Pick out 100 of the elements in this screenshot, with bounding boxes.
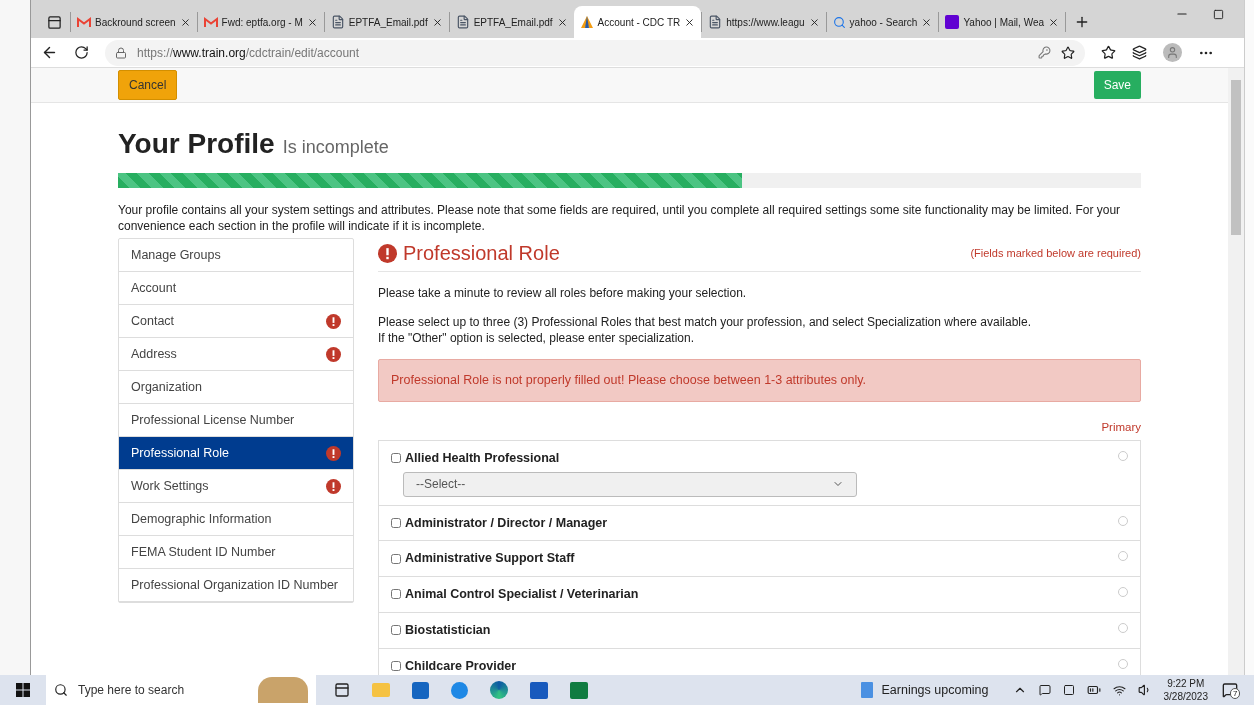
nav-label: Account <box>131 280 177 296</box>
lock-icon <box>115 46 127 59</box>
collections-icon[interactable] <box>1132 45 1147 60</box>
browser-tab[interactable]: Backround screen <box>70 12 197 32</box>
close-icon[interactable] <box>556 16 568 28</box>
nav-item[interactable]: Demographic Information <box>119 503 353 536</box>
specialization-select[interactable]: --Select-- <box>403 471 857 497</box>
favorite-add-icon[interactable] <box>1061 45 1075 60</box>
role-checkbox[interactable] <box>391 660 401 671</box>
favorites-icon[interactable] <box>1101 45 1116 60</box>
nav-item[interactable]: Contact <box>119 305 353 338</box>
close-icon[interactable] <box>306 16 318 28</box>
role-label: Biostatistician <box>405 621 491 639</box>
nav-label: Work Settings <box>131 478 209 494</box>
close-icon[interactable] <box>1048 16 1060 28</box>
primary-radio[interactable] <box>1118 450 1128 461</box>
instruction-text: Please select up to three (3) Professional Roles that best match your profession, and select Specialization where available. If the "Other" option is selected, please enter specialization. <box>378 314 1033 346</box>
error-alert: Professional Role is not properly filled out! Please choose between 1-3 attributes only. <box>378 359 1141 402</box>
news-text[interactable]: Earnings upcoming <box>881 680 989 700</box>
nav-item[interactable]: Work Settings <box>119 470 353 503</box>
role-label: Allied Health Professional <box>405 449 560 467</box>
primary-radio[interactable] <box>1118 587 1128 597</box>
close-icon[interactable] <box>684 16 696 28</box>
alert-icon <box>326 445 341 461</box>
document-icon <box>708 15 723 29</box>
store-icon[interactable] <box>412 681 429 699</box>
browser-tab[interactable]: EPTFA_Email.pdf <box>323 12 449 32</box>
address-bar[interactable]: https://www.train.org/cdctrain/edit/account <box>105 39 1085 66</box>
close-icon[interactable] <box>179 16 191 28</box>
nav-item[interactable]: Address <box>119 338 353 371</box>
logo-icon <box>945 15 960 29</box>
nav-label: Professional Organization ID Number <box>131 577 339 593</box>
notification-icon[interactable] <box>1222 682 1238 698</box>
primary-label: Primary <box>1101 420 1141 433</box>
primary-radio[interactable] <box>1118 622 1128 633</box>
role-checkbox[interactable] <box>391 589 401 600</box>
browser-tab[interactable]: EPTFA_Email.pdf <box>448 12 574 32</box>
clock-date[interactable]: 3/28/2023 <box>1163 690 1208 703</box>
nav-item[interactable]: FEMA Student ID Number <box>119 536 353 569</box>
alert-icon <box>326 313 341 329</box>
app-icon[interactable] <box>451 681 468 699</box>
task-view-icon[interactable] <box>334 682 350 698</box>
close-icon[interactable] <box>808 16 820 28</box>
nav-label: Address <box>131 346 177 362</box>
nav-label: Organization <box>131 379 202 395</box>
browser-tab[interactable]: Yahoo | Mail, Wea <box>938 12 1066 32</box>
triangle-logo-icon <box>579 15 594 29</box>
page-title: Your Profile <box>118 127 275 161</box>
nav-item[interactable]: Manage Groups <box>119 239 353 272</box>
edge-browser-icon[interactable] <box>490 681 508 699</box>
back-icon[interactable] <box>41 44 58 61</box>
close-icon[interactable] <box>921 16 933 28</box>
role-checkbox[interactable] <box>391 625 401 636</box>
instruction-text: Please take a minute to review all roles before making your selection. <box>378 285 748 301</box>
alert-icon <box>326 346 341 362</box>
scrollbar[interactable] <box>1228 68 1244 675</box>
nav-item[interactable]: Organization <box>119 371 353 404</box>
role-checkbox[interactable] <box>391 453 401 464</box>
wifi-icon[interactable] <box>1112 683 1126 697</box>
windows-logo-icon[interactable] <box>16 683 30 697</box>
role-label: Administrator / Director / Manager <box>405 514 608 532</box>
key-icon[interactable] <box>1038 46 1051 59</box>
nav-label: Manage Groups <box>131 247 221 263</box>
primary-radio[interactable] <box>1118 515 1128 526</box>
taskbar-search[interactable]: Type here to search <box>46 675 316 705</box>
news-icon <box>861 682 874 698</box>
tab-actions-icon[interactable] <box>47 14 62 30</box>
document-icon <box>330 15 345 29</box>
clock-time[interactable]: 9:22 PM <box>1167 677 1205 690</box>
alert-icon <box>326 478 341 494</box>
mail-icon <box>203 16 218 28</box>
browser-tab[interactable]: Fwd: eptfa.org - M <box>196 12 324 32</box>
role-label: Animal Control Specialist / Veterinarian <box>405 586 639 603</box>
search-icon <box>54 683 68 697</box>
browser-tab[interactable]: https://www.leagu <box>701 12 826 32</box>
tab-title: Fwd: eptfa.org - M <box>221 15 303 30</box>
maximize-icon[interactable] <box>1213 8 1224 20</box>
browser-tab[interactable]: Account - CDC TR <box>573 6 702 38</box>
primary-radio[interactable] <box>1118 551 1128 562</box>
reload-icon[interactable] <box>74 45 89 60</box>
browser-tab[interactable]: yahoo - Search <box>825 12 939 32</box>
tab-title: https://www.leagu <box>726 15 805 30</box>
nav-item[interactable]: Professional Role <box>119 437 353 470</box>
nav-item[interactable]: Professional Organization ID Number <box>119 569 353 602</box>
nav-label: FEMA Student ID Number <box>131 544 276 560</box>
tab-title: yahoo - Search <box>849 15 918 30</box>
role-checkbox[interactable] <box>391 517 401 528</box>
word-icon[interactable] <box>530 681 548 699</box>
excel-icon[interactable] <box>570 681 588 699</box>
role-checkbox[interactable] <box>391 553 401 564</box>
tab-title: Account - CDC TR <box>597 15 681 30</box>
required-note: (Fields marked below are required) <box>970 245 1141 261</box>
nav-item[interactable]: Account <box>119 272 353 305</box>
cancel-button[interactable]: Cancel <box>118 70 178 100</box>
tab-title: EPTFA_Email.pdf <box>348 15 428 30</box>
profile-avatar[interactable] <box>1163 43 1182 62</box>
primary-radio[interactable] <box>1118 658 1128 669</box>
screen-icon[interactable] <box>1062 684 1075 696</box>
battery-icon[interactable] <box>1086 683 1101 697</box>
close-icon[interactable] <box>431 16 443 28</box>
